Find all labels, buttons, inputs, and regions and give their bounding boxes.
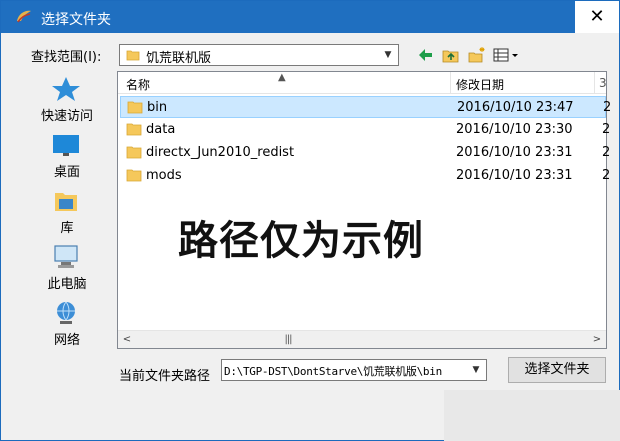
place-label: 桌面 [53, 165, 80, 180]
folder-icon [126, 169, 142, 182]
look-in-label: 查找范围(I): [31, 50, 102, 65]
folder-icon [126, 50, 140, 61]
app-icon [17, 10, 31, 23]
file-date: 2016/10/10 23:31 [456, 168, 573, 183]
current-path-value: D:\TGP-DST\DontStarve\饥荒联机版\bin [224, 365, 442, 378]
close-button[interactable]: ✕ [575, 1, 619, 33]
place-label: 快速访问 [40, 109, 93, 124]
horizontal-scrollbar[interactable]: < ||| > [118, 330, 606, 348]
file-date: 2016/10/10 23:30 [456, 122, 573, 137]
up-folder-icon[interactable] [441, 45, 461, 65]
look-in-dropdown[interactable]: 饥荒联机版 ▼ [119, 44, 399, 66]
current-path-dropdown[interactable]: D:\TGP-DST\DontStarve\饥荒联机版\bin ▼ [221, 359, 487, 381]
folder-picker-dialog: 选择文件夹 ✕ 查找范围(I): 饥荒联机版 ▼ 快速访问 桌面 库 此电脑 网… [0, 0, 620, 441]
scrollbar-thumb[interactable]: ||| [278, 334, 298, 346]
watermark-text: 路径仅为示例 [178, 218, 424, 264]
place-library[interactable]: 库 [19, 183, 115, 238]
overlay-box [444, 390, 620, 441]
file-name: bin [147, 100, 168, 115]
file-truncated: 2 [602, 122, 611, 137]
view-menu-icon[interactable] [492, 45, 520, 65]
file-name: directx_Jun2010_redist [146, 145, 295, 160]
chevron-right-icon[interactable]: > [590, 333, 604, 347]
file-name: mods [146, 168, 182, 183]
place-label: 此电脑 [47, 277, 87, 292]
list-item[interactable]: data 2016/10/10 23:30 2 [120, 119, 610, 141]
desktop-icon [53, 135, 79, 156]
place-this-pc[interactable]: 此电脑 [19, 239, 115, 294]
library-icon [55, 193, 77, 211]
column-name[interactable]: 名称 [126, 76, 150, 93]
list-item[interactable]: mods 2016/10/10 23:31 2 [120, 165, 610, 187]
look-in-value: 饥荒联机版 [146, 51, 212, 66]
sort-ascending-icon: ▲ [278, 72, 286, 83]
place-label: 库 [60, 221, 74, 236]
window-title: 选择文件夹 [41, 12, 111, 28]
chevron-down-icon[interactable]: ▼ [468, 362, 484, 378]
place-quick-access[interactable]: 快速访问 [19, 71, 115, 126]
place-desktop[interactable]: 桌面 [19, 127, 115, 182]
current-path-label: 当前文件夹路径 [119, 369, 211, 384]
new-folder-icon[interactable] [467, 45, 487, 65]
back-arrow-icon[interactable] [415, 45, 435, 65]
file-list[interactable]: 名称 ▲ 修改日期 3 bin 2016/10/10 23:47 2 data … [117, 71, 611, 349]
file-truncated: 2 [602, 168, 611, 183]
file-date: 2016/10/10 23:31 [456, 145, 573, 160]
chevron-down-icon[interactable]: ▼ [380, 47, 396, 63]
star-icon [52, 77, 80, 101]
file-truncated: 2 [602, 145, 611, 160]
places-bar: 快速访问 桌面 库 此电脑 网络 [19, 71, 115, 351]
folder-icon [126, 123, 142, 136]
column-truncated[interactable]: 3 [599, 76, 607, 90]
folder-icon [126, 146, 142, 159]
column-date[interactable]: 修改日期 [456, 76, 504, 93]
file-date: 2016/10/10 23:47 [457, 100, 574, 115]
title-bar[interactable]: 选择文件夹 ✕ [1, 1, 619, 33]
column-divider[interactable] [594, 72, 595, 94]
list-item[interactable]: bin 2016/10/10 23:47 2 [120, 96, 611, 118]
close-icon: ✕ [589, 6, 605, 27]
file-name: data [146, 122, 176, 137]
column-divider[interactable] [450, 72, 451, 94]
computer-icon [54, 245, 78, 268]
list-header: 名称 ▲ 修改日期 3 [118, 72, 607, 94]
chevron-left-icon[interactable]: < [120, 333, 134, 347]
list-item[interactable]: directx_Jun2010_redist 2016/10/10 23:31 … [120, 142, 610, 164]
network-icon [57, 301, 75, 324]
place-network[interactable]: 网络 [19, 295, 115, 350]
place-label: 网络 [53, 333, 80, 348]
select-folder-button[interactable]: 选择文件夹 [508, 357, 606, 383]
file-truncated: 2 [603, 100, 612, 115]
folder-icon [127, 101, 143, 114]
